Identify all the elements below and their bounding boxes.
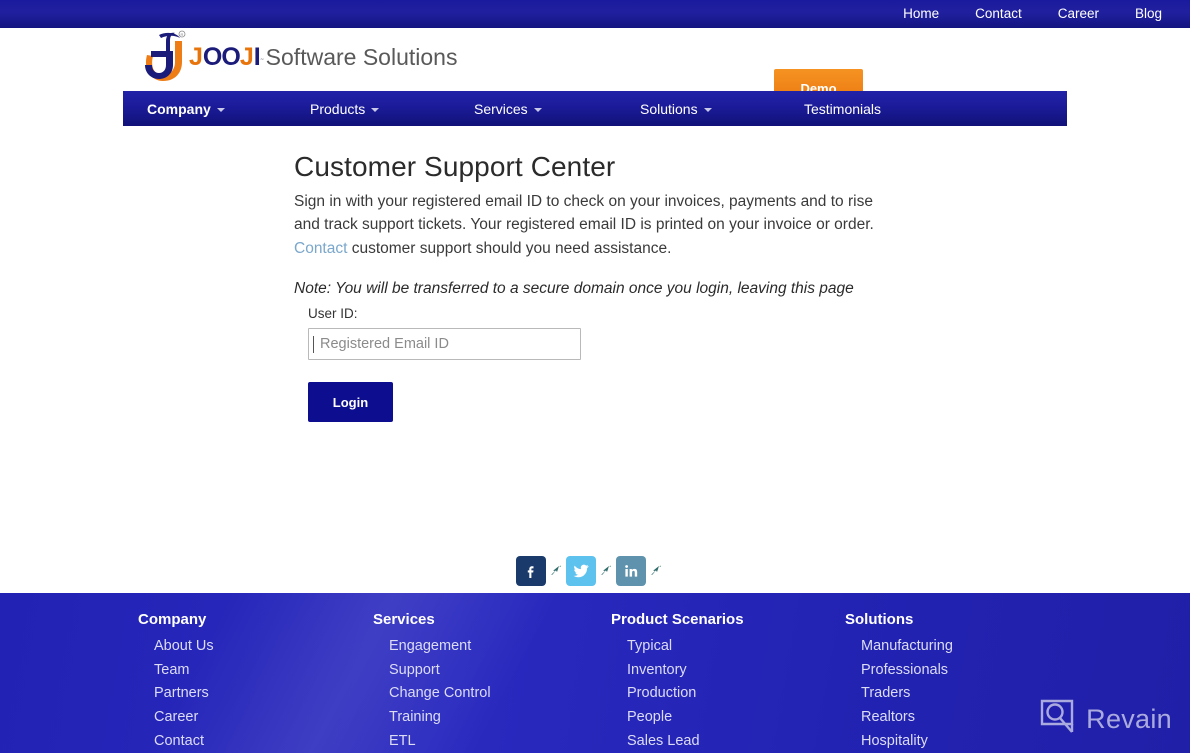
footer-link-partners[interactable]: Partners (138, 682, 214, 706)
logo-letter-j2: J (239, 42, 254, 71)
top-utility-bar: Home Contact Career Blog (0, 0, 1190, 28)
login-form: User ID: Login (308, 306, 581, 422)
footer-link-inventory[interactable]: Inventory (611, 659, 744, 683)
footer-link-realtors[interactable]: Realtors (845, 706, 953, 730)
top-utility-links: Home Contact Career Blog (885, 0, 1190, 28)
footer-link-sales-lead[interactable]: Sales Lead (611, 730, 744, 753)
footer-link-production[interactable]: Production (611, 682, 744, 706)
footer-link-engagement[interactable]: Engagement (373, 635, 491, 659)
logo-letter-j1: J (189, 42, 203, 71)
nav-item-services[interactable]: Services (474, 91, 542, 126)
logo-letters-oo: OO (202, 42, 241, 71)
text-cursor-icon (313, 336, 314, 353)
footer-column-product-scenarios: Product Scenarios Typical Inventory Prod… (611, 611, 744, 753)
click-arrow-icon (596, 561, 616, 581)
nav-label-solutions: Solutions (640, 100, 698, 117)
logo-letter-i: I (253, 42, 261, 71)
chevron-down-icon (533, 108, 542, 112)
note-lead: Note (294, 279, 327, 297)
footer-link-typical[interactable]: Typical (611, 635, 744, 659)
nav-label-testimonials: Testimonials (804, 100, 882, 117)
site-logo[interactable]: R J OO J I ˜ Software Solutions (137, 29, 457, 85)
footer-link-people[interactable]: People (611, 706, 744, 730)
chevron-down-icon (216, 108, 225, 112)
click-arrow-icon (646, 561, 666, 581)
footer-link-support[interactable]: Support (373, 659, 491, 683)
footer-link-training[interactable]: Training (373, 706, 491, 730)
logo-wordmark: J OO J I ˜ Software Solutions (189, 43, 457, 72)
footer-column-title: Product Scenarios (611, 611, 744, 628)
footer-link-contact[interactable]: Contact (138, 730, 214, 753)
revain-logo-icon (1039, 698, 1075, 741)
footer-link-manufacturing[interactable]: Manufacturing (845, 635, 953, 659)
user-id-label: User ID: (308, 306, 358, 321)
footer-link-hospitality[interactable]: Hospitality (845, 730, 953, 753)
nav-label-services: Services (474, 100, 528, 117)
facebook-icon[interactable] (516, 556, 546, 586)
nav-label-products: Products (310, 100, 366, 117)
nav-item-company[interactable]: Company (147, 91, 225, 126)
svg-text:R: R (181, 32, 184, 37)
user-id-input[interactable] (308, 328, 581, 360)
footer-link-traders[interactable]: Traders (845, 682, 953, 706)
linkedin-icon[interactable] (616, 556, 646, 586)
footer-column-services: Services Engagement Support Change Contr… (373, 611, 491, 753)
logo-tagline: Software Solutions (265, 43, 458, 70)
site-header: R J OO J I ˜ Software Solutions Demo (0, 28, 1190, 108)
secure-domain-note: Note: You will be transferred to a secur… (294, 280, 854, 298)
intro-text-part2: customer support should you need assista… (347, 240, 672, 258)
nav-item-testimonials[interactable]: Testimonials (804, 91, 881, 126)
footer-link-change-control[interactable]: Change Control (373, 682, 491, 706)
nav-item-solutions[interactable]: Solutions (640, 91, 712, 126)
intro-text-part1: Sign in with your registered email ID to… (294, 192, 874, 234)
twitter-icon[interactable] (566, 556, 596, 586)
nav-label-company: Company (147, 100, 211, 117)
click-arrow-icon (546, 561, 566, 581)
footer-link-etl[interactable]: ETL (373, 730, 491, 753)
footer-column-title: Solutions (845, 611, 914, 628)
footer-link-team[interactable]: Team (138, 659, 214, 683)
chevron-down-icon (371, 108, 380, 112)
topbar-link-contact[interactable]: Contact (957, 0, 1040, 28)
footer-column-title: Company (138, 611, 207, 628)
social-links (516, 556, 666, 586)
main-navigation: Company Products Services Solutions Test… (123, 91, 1067, 126)
topbar-link-career[interactable]: Career (1040, 0, 1117, 28)
jooji-logo-icon: R (137, 29, 189, 85)
revain-watermark: Revain (1039, 698, 1172, 741)
topbar-link-blog[interactable]: Blog (1117, 0, 1174, 28)
intro-paragraph: Sign in with your registered email ID to… (294, 190, 890, 261)
topbar-link-home[interactable]: Home (885, 0, 957, 28)
site-footer: Company About Us Team Partners Career Co… (0, 593, 1190, 753)
page-title: Customer Support Center (294, 150, 616, 182)
nav-item-products[interactable]: Products (310, 91, 380, 126)
footer-column-company: Company About Us Team Partners Career Co… (138, 611, 214, 753)
footer-link-career[interactable]: Career (138, 706, 214, 730)
revain-wordmark: Revain (1086, 704, 1172, 734)
footer-column-title: Services (373, 611, 435, 628)
login-button[interactable]: Login (308, 382, 393, 422)
footer-link-about-us[interactable]: About Us (138, 635, 214, 659)
logo-trademark-icon: ˜ (260, 56, 264, 67)
footer-link-professionals[interactable]: Professionals (845, 659, 953, 683)
footer-column-solutions: Solutions Manufacturing Professionals Tr… (845, 611, 953, 753)
chevron-down-icon (703, 108, 712, 112)
note-body: : You will be transferred to a secure do… (326, 279, 854, 297)
contact-support-link[interactable]: Contact (294, 240, 347, 257)
